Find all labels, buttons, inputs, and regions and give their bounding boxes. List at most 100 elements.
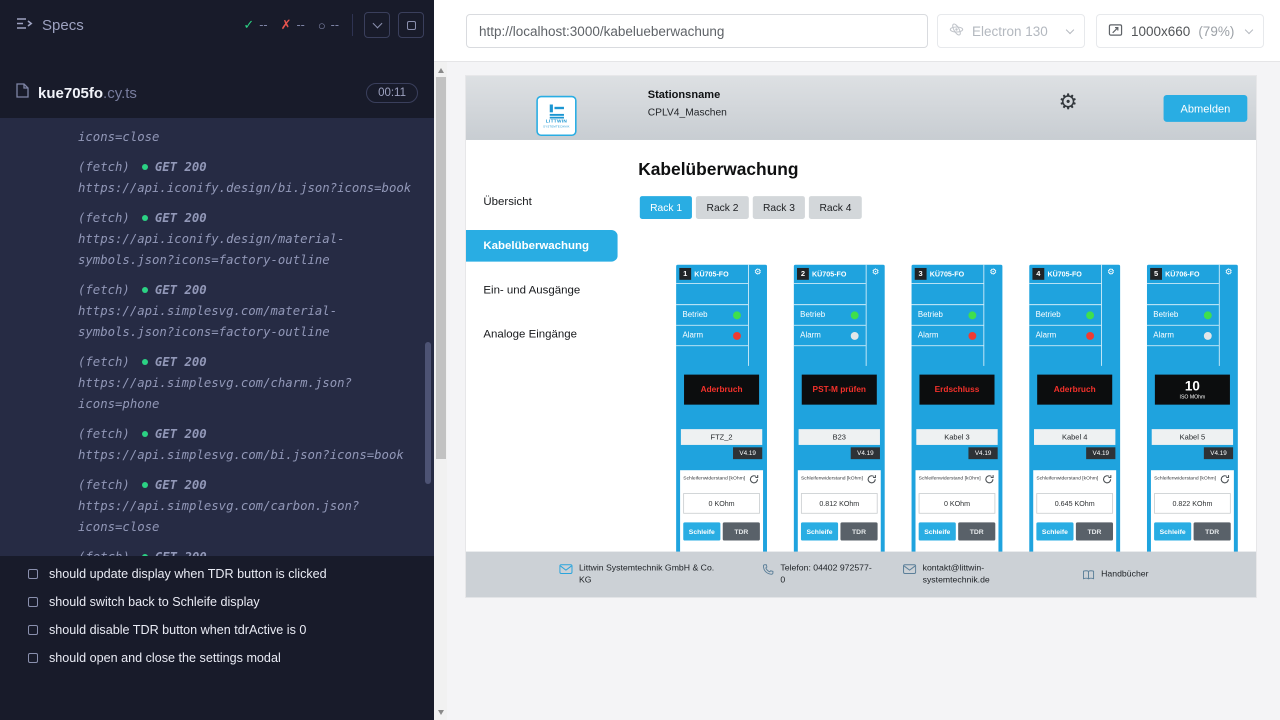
schleife-button[interactable]: Schleife: [1036, 522, 1073, 540]
reporter-toolbar: Specs ✓-- ✗-- ○--: [0, 0, 434, 50]
tab-rack-3[interactable]: Rack 3: [753, 196, 806, 219]
page-title: Kabelüberwachung: [638, 159, 798, 180]
app-header: LITTWIN SYSTEMTECHNIK Stationsname CPLV4…: [466, 76, 1256, 140]
tdr-button[interactable]: TDR: [723, 522, 760, 540]
tdr-button[interactable]: TDR: [840, 522, 877, 540]
aut-stage: LITTWIN SYSTEMTECHNIK Stationsname CPLV4…: [447, 62, 1280, 720]
refresh-icon[interactable]: [865, 473, 878, 486]
log-entry[interactable]: (fetch)GET 200 https://api.simplesvg.com…: [78, 475, 414, 538]
card-leds: Betrieb Alarm: [1147, 304, 1219, 346]
card-settings-icon[interactable]: ⚙: [872, 268, 880, 277]
card-header: 2 KÜ705-FO: [794, 265, 866, 284]
status-dot-icon: [142, 164, 148, 170]
cable-name: Kabel 4: [1034, 429, 1115, 445]
card-gear-column: ⚙: [983, 265, 1002, 366]
sidebar-item-kabelueberwachung[interactable]: Kabelüberwachung: [466, 230, 618, 262]
test-item[interactable]: should update display when TDR button is…: [0, 560, 434, 588]
log-url: https://api.simplesvg.com/charm.json? ic…: [78, 373, 414, 415]
logout-button[interactable]: Abmelden: [1164, 95, 1248, 122]
test-item[interactable]: should switch back to Schleife display: [0, 588, 434, 616]
betrieb-row: Betrieb: [1029, 305, 1101, 326]
vertical-scrollbar[interactable]: [434, 62, 447, 720]
log-entry[interactable]: (fetch)GET 200 https://api.simplesvg.com…: [78, 352, 414, 415]
chevron-down-icon: [1066, 25, 1074, 33]
url-input[interactable]: [466, 14, 928, 48]
footer-manuals[interactable]: Handbücher: [1082, 569, 1148, 581]
tdr-button[interactable]: TDR: [1076, 522, 1113, 540]
test-item[interactable]: should disable TDR button when tdrActive…: [0, 616, 434, 644]
scroll-down-arrow-icon[interactable]: [434, 705, 447, 719]
command-log[interactable]: icons=close (fetch)GET 200 https://api.i…: [0, 118, 434, 556]
card-settings-icon[interactable]: ⚙: [1107, 268, 1115, 277]
book-icon: [1082, 569, 1095, 581]
specs-label: Specs: [42, 17, 84, 34]
device-card: 2 KÜ705-FO ⚙ Betrieb Alarm PST-M prüfen: [794, 265, 885, 559]
log-entry[interactable]: (fetch)GET 200 https://api.iconify.desig…: [78, 208, 414, 271]
tab-rack-4[interactable]: Rack 4: [809, 196, 862, 219]
sidebar-item-uebersicht[interactable]: Übersicht: [466, 179, 618, 223]
stat-pending: ○--: [318, 18, 339, 33]
resistance-value: 0 KOhm: [919, 493, 996, 514]
test-box-icon: [28, 625, 38, 635]
card-number: 3: [915, 268, 927, 280]
mail-icon: [559, 563, 572, 575]
measurement-panel: Schleifenwiderstand [kOhm] 0.822 KOhm Sc…: [1151, 470, 1234, 555]
refresh-icon[interactable]: [983, 473, 996, 486]
log-entry[interactable]: (fetch)GET 200 https://api.simplesvg.com…: [78, 424, 414, 466]
reporter-scrollbar-thumb[interactable]: [425, 342, 431, 484]
betrieb-label: Betrieb: [1153, 311, 1178, 320]
tdr-button[interactable]: TDR: [958, 522, 995, 540]
log-entry[interactable]: (fetch)GET 200 https://api.iconify.desig…: [78, 157, 414, 199]
spec-header[interactable]: kue705fo .cy.ts 00:11: [0, 74, 434, 112]
log-event: (fetch): [78, 283, 130, 297]
collapse-log-button[interactable]: [364, 12, 390, 38]
schleife-button[interactable]: Schleife: [1154, 522, 1191, 540]
refresh-icon[interactable]: [1100, 473, 1113, 486]
status-dot-icon: [142, 554, 148, 556]
card-settings-icon[interactable]: ⚙: [754, 268, 762, 277]
schleife-button[interactable]: Schleife: [683, 522, 720, 540]
card-header: 5 KÜ706-FO: [1147, 265, 1219, 284]
refresh-icon[interactable]: [747, 473, 760, 486]
resistance-label: Schleifenwiderstand [kOhm]: [683, 473, 745, 481]
scrollbar-thumb[interactable]: [436, 77, 446, 459]
alarm-led-icon: [968, 332, 976, 340]
scroll-up-arrow-icon[interactable]: [434, 63, 447, 77]
spec-name: kue705fo: [38, 85, 103, 102]
log-url: https://api.iconify.design/bi.json?icons…: [78, 178, 414, 199]
card-settings-icon[interactable]: ⚙: [989, 268, 997, 277]
log-url: https://api.simplesvg.com/material- symb…: [78, 301, 414, 343]
electron-icon: [949, 22, 964, 40]
tab-rack-1[interactable]: Rack 1: [640, 196, 693, 219]
log-entry[interactable]: (fetch)GET 200 https://api.simplesvg.com…: [78, 280, 414, 343]
device-cards: 1 KÜ705-FO ⚙ Betrieb Alarm Aderbruch: [676, 265, 1238, 559]
test-item[interactable]: should open and close the settings modal: [0, 644, 434, 672]
sidebar-item-ein-und-ausgaenge[interactable]: Ein- und Ausgänge: [466, 268, 618, 312]
card-settings-icon[interactable]: ⚙: [1225, 268, 1233, 277]
stop-run-button[interactable]: [398, 12, 424, 38]
viewport-select[interactable]: 1000x660 (79%): [1096, 14, 1264, 48]
specs-menu-button[interactable]: Specs: [16, 17, 84, 34]
card-leds: Betrieb Alarm: [1029, 304, 1101, 346]
card-leds: Betrieb Alarm: [912, 304, 984, 346]
settings-gear-icon[interactable]: ⚙: [1059, 92, 1078, 113]
firmware-version: V4.19: [851, 447, 880, 459]
test-box-icon: [28, 569, 38, 579]
card-number: 2: [797, 268, 809, 280]
browser-select[interactable]: Electron 130: [937, 14, 1085, 48]
card-number: 5: [1150, 268, 1162, 280]
test-title: should open and close the settings modal: [49, 651, 281, 665]
rack-tabs: Rack 1 Rack 2 Rack 3 Rack 4: [640, 196, 862, 219]
sidebar-item-analoge-eingaenge[interactable]: Analoge Eingänge: [466, 312, 618, 356]
spec-extension: .cy.ts: [103, 85, 137, 102]
schleife-button[interactable]: Schleife: [801, 522, 838, 540]
cable-name: Kabel 5: [1152, 429, 1233, 445]
cable-name: Kabel 3: [916, 429, 997, 445]
tdr-button[interactable]: TDR: [1194, 522, 1231, 540]
log-status: GET 200: [155, 355, 207, 369]
log-entry[interactable]: (fetch)GET 200 https://api.simplesvg.com…: [78, 547, 414, 556]
schleife-button[interactable]: Schleife: [919, 522, 956, 540]
refresh-icon[interactable]: [1218, 473, 1231, 486]
tab-rack-2[interactable]: Rack 2: [696, 196, 749, 219]
status-dot-icon: [142, 482, 148, 488]
